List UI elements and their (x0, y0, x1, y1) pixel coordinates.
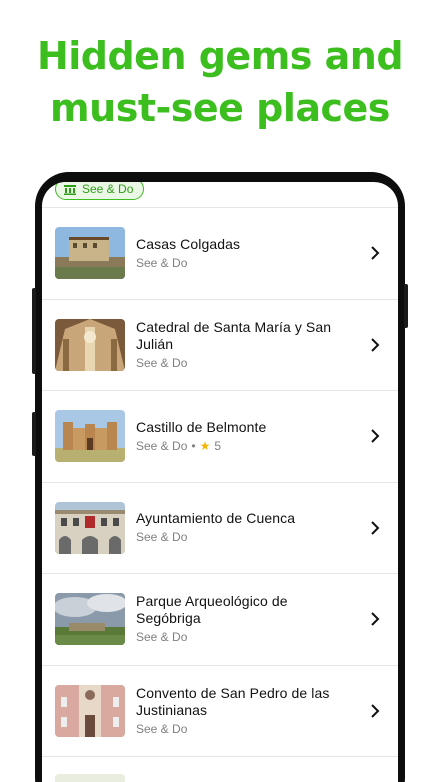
phone-power-button (404, 284, 408, 328)
separator-dot: • (191, 438, 196, 453)
place-category: See & Do (136, 530, 188, 545)
headline-line-1: Hidden gems and (36, 34, 404, 78)
place-thumbnail (55, 410, 125, 463)
place-thumbnail (55, 318, 125, 371)
place-title: Catedral de Santa María y San Julián (136, 318, 332, 352)
place-title: Convento de San Pedro de las Justinianas (136, 684, 330, 718)
list-item[interactable]: Catedral de Santa María y San Julián See… (42, 300, 398, 391)
headline-line-2: must-see places (50, 86, 390, 130)
list-item[interactable]: Castillo de Belmonte See & Do • ★ 5 (42, 391, 398, 483)
phone-side-button (32, 412, 36, 456)
place-title: Parque Arqueológico de Segóbriga (136, 593, 288, 627)
places-list: Casas Colgadas See & Do Catedral de Sant… (42, 208, 398, 757)
filter-chip-label: See & Do (82, 182, 134, 196)
place-title: Castillo de Belmonte (136, 418, 267, 435)
chevron-right-icon (368, 246, 382, 260)
place-thumbnail (55, 684, 125, 737)
place-category: See & Do (136, 438, 188, 453)
place-title: Casas Colgadas (136, 235, 241, 252)
list-item[interactable]: Convento de San Pedro de las Justinianas… (42, 666, 398, 757)
chevron-right-icon (368, 338, 382, 352)
list-item[interactable]: Ayuntamiento de Cuenca See & Do (42, 483, 398, 574)
phone-screen: See & Do Casas Colgadas See & Do Catedra… (42, 182, 398, 782)
place-thumbnail (55, 227, 125, 280)
place-category: See & Do (136, 355, 188, 370)
place-category: See & Do (136, 630, 188, 645)
place-thumbnail (55, 501, 125, 554)
chevron-right-icon (368, 429, 382, 443)
place-title: Ayuntamiento de Cuenca (136, 510, 296, 527)
star-icon: ★ (199, 438, 211, 453)
chevron-right-icon (368, 521, 382, 535)
landmark-icon (64, 184, 76, 195)
filter-chip-see-do[interactable]: See & Do (55, 182, 145, 200)
place-thumbnail (55, 593, 125, 646)
phone-volume-button (32, 288, 36, 374)
place-thumbnail (55, 774, 125, 782)
place-category: See & Do (136, 721, 188, 736)
chevron-right-icon (368, 612, 382, 626)
promo-headline: Hidden gems and must-see places (0, 30, 440, 134)
list-item[interactable]: Casas Colgadas See & Do (42, 208, 398, 300)
place-rating: 5 (214, 438, 222, 453)
place-category: See & Do (136, 255, 188, 270)
chevron-right-icon (368, 704, 382, 718)
list-item[interactable]: Parque Arqueológico de Segóbriga See & D… (42, 574, 398, 666)
